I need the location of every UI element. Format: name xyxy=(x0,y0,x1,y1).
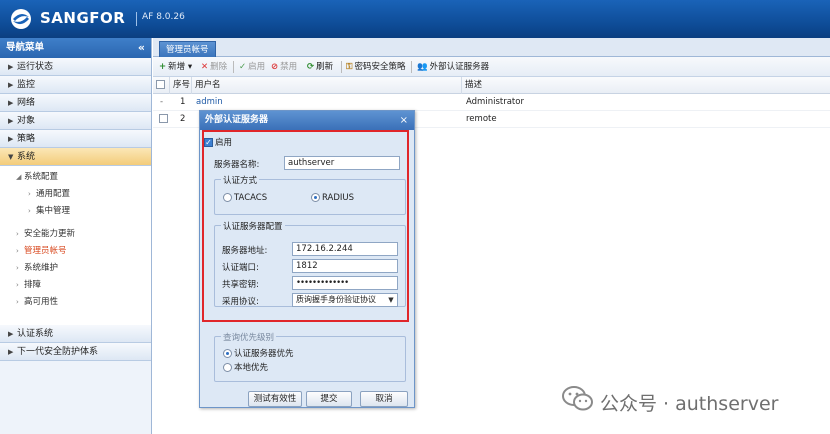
watermark-text: 公众号 · authserver xyxy=(600,393,779,415)
brand-name: SANGFOR xyxy=(40,9,126,27)
sidebar: 导航菜单 « ▶ 运行状态 ▶ 监控 ▶ 网络 ▶ 对象 ▶ 策略 ▼ 系统 ◢ 系统配置 ›… xyxy=(0,38,152,434)
tree-dot-icon: › xyxy=(16,298,19,306)
dialog-title: 外部认证服务器 xyxy=(205,115,269,125)
col-seq[interactable]: 序号 xyxy=(170,77,192,94)
row-checkbox-cell[interactable] xyxy=(156,111,168,128)
col-username[interactable]: 用户名 xyxy=(192,77,462,94)
add-button[interactable]: + 新增 ▾ xyxy=(159,60,192,74)
sidebar-item-network[interactable]: ▶ 网络 xyxy=(0,94,151,112)
row-seq: 2 xyxy=(180,114,186,124)
sidebar-item-system[interactable]: ▼ 系统 xyxy=(0,148,151,166)
submenu-troubleshoot[interactable]: › 排障 xyxy=(0,277,151,294)
expand-arrow-icon: ▶ xyxy=(8,330,14,338)
cancel-button[interactable]: 取消 xyxy=(360,391,408,407)
submenu-security-update[interactable]: › 安全能力更新 xyxy=(0,226,151,243)
submenu-admin-account[interactable]: › 管理员帐号 xyxy=(0,243,151,260)
close-icon[interactable]: × xyxy=(400,111,408,130)
check-icon: ✓ xyxy=(239,62,247,72)
delete-icon: ✕ xyxy=(201,62,209,72)
submenu-ha[interactable]: › 高可用性 xyxy=(0,294,151,311)
tree-dot-icon: › xyxy=(16,247,19,255)
refresh-icon: ⟳ xyxy=(307,62,315,72)
password-policy-button[interactable]: ⚿ 密码安全策略 xyxy=(346,60,405,74)
tab-admin-account[interactable]: 管理员帐号 xyxy=(159,41,216,57)
expand-arrow-icon: ▶ xyxy=(8,99,14,107)
toolbar-divider xyxy=(341,61,342,73)
row-username-link[interactable] xyxy=(193,111,196,128)
table-row[interactable]: - 1 admin Administrator xyxy=(153,94,830,111)
submenu-maintenance[interactable]: › 系统维护 xyxy=(0,260,151,277)
priority-auth-radio[interactable] xyxy=(223,349,232,358)
select-all-cell[interactable] xyxy=(153,77,170,94)
row-description: Administrator xyxy=(466,97,524,107)
col-description[interactable]: 描述 xyxy=(462,77,830,94)
highlight-box xyxy=(202,130,409,322)
sidebar-header: 导航菜单 « xyxy=(0,38,151,58)
tree-dot-icon: › xyxy=(28,207,31,215)
row-marker: - xyxy=(160,97,164,107)
priority-auth-option[interactable]: 认证服务器优先 xyxy=(223,347,294,359)
expand-arrow-icon: ▶ xyxy=(8,117,14,125)
sidebar-item-status[interactable]: ▶ 运行状态 xyxy=(0,58,151,76)
expand-arrow-icon: ▶ xyxy=(8,348,14,356)
enable-button[interactable]: ✓ 启用 xyxy=(239,60,265,74)
priority-legend: 查询优先级别 xyxy=(221,331,277,343)
toolbar-divider xyxy=(233,61,234,73)
toolbar: + 新增 ▾ ✕ 删除 ✓ 启用 ⊘ 禁用 ⟳ 刷新 ⚿ 密码安全策略 👥 外部认证服务器 xyxy=(153,57,830,77)
users-icon: 👥 xyxy=(417,62,428,72)
collapse-arrow-icon: ▼ xyxy=(8,153,14,161)
row-description: remote xyxy=(466,114,497,124)
grid-header: 序号 用户名 描述 xyxy=(153,77,830,94)
ban-icon: ⊘ xyxy=(271,62,279,72)
plus-icon: + xyxy=(159,62,167,72)
submenu-system-config[interactable]: ◢ 系统配置 xyxy=(0,169,151,186)
wechat-icon xyxy=(562,386,593,411)
expand-arrow-icon: ▶ xyxy=(8,63,14,71)
sidebar-item-objects[interactable]: ▶ 对象 xyxy=(0,112,151,130)
key-icon: ⚿ xyxy=(346,62,353,72)
row-username-link[interactable]: admin xyxy=(193,94,223,111)
header-divider xyxy=(136,12,137,26)
tree-dot-icon: › xyxy=(16,230,19,238)
expand-arrow-icon: ▶ xyxy=(8,81,14,89)
tree-dot-icon: › xyxy=(28,190,31,198)
priority-local-option[interactable]: 本地优先 xyxy=(223,361,268,373)
version-label: AF 8.0.26 xyxy=(142,12,185,22)
refresh-button[interactable]: ⟳ 刷新 xyxy=(307,60,333,74)
tree-dot-icon: › xyxy=(16,281,19,289)
expand-arrow-icon: ▶ xyxy=(8,135,14,143)
toolbar-divider xyxy=(411,61,412,73)
submit-button[interactable]: 提交 xyxy=(306,391,352,407)
row-seq: 1 xyxy=(180,97,186,107)
priority-local-radio[interactable] xyxy=(223,363,232,372)
tab-bar: 管理员帐号 xyxy=(153,38,830,57)
priority-fieldset: 查询优先级别 认证服务器优先 本地优先 xyxy=(214,331,406,382)
dialog-title-bar[interactable]: 外部认证服务器 × xyxy=(200,111,414,130)
system-submenu: ◢ 系统配置 › 通用配置 › 集中管理 › 安全能力更新 › 管理员帐号 › 系统维护 ›… xyxy=(0,166,151,315)
tree-dot-icon: › xyxy=(16,264,19,272)
top-header: SANGFOR AF 8.0.26 xyxy=(0,0,830,38)
tree-open-icon: ◢ xyxy=(16,173,22,181)
select-all-checkbox[interactable] xyxy=(156,80,165,89)
disable-button[interactable]: ⊘ 禁用 xyxy=(271,60,297,74)
test-validity-button[interactable]: 测试有效性 xyxy=(248,391,302,407)
submenu-central-mgmt[interactable]: › 集中管理 xyxy=(0,203,151,220)
external-auth-button[interactable]: 👥 外部认证服务器 xyxy=(417,60,489,74)
sangfor-logo-icon xyxy=(11,9,31,29)
sidebar-item-policy[interactable]: ▶ 策略 xyxy=(0,130,151,148)
sidebar-item-ngsec[interactable]: ▶ 下一代安全防护体系 xyxy=(0,343,151,361)
collapse-icon[interactable]: « xyxy=(138,38,145,58)
row-checkbox[interactable] xyxy=(159,114,168,123)
submenu-general-config[interactable]: › 通用配置 xyxy=(0,186,151,203)
sidebar-item-auth-system[interactable]: ▶ 认证系统 xyxy=(0,325,151,343)
delete-button[interactable]: ✕ 删除 xyxy=(201,60,227,74)
sidebar-title: 导航菜单 xyxy=(6,42,45,53)
sidebar-item-monitor[interactable]: ▶ 监控 xyxy=(0,76,151,94)
